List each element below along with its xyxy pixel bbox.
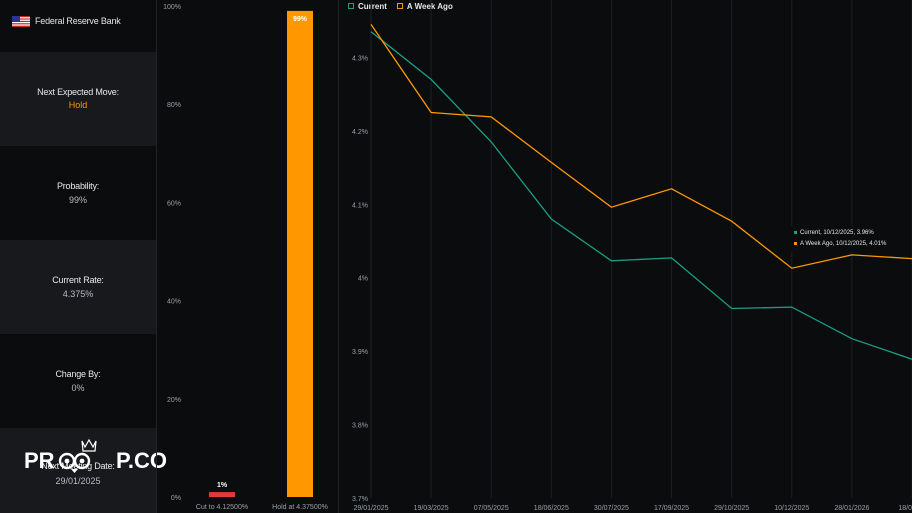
tooltip-text-week-ago: A Week Ago, 10/12/2025, 4.01% — [800, 240, 887, 247]
line-x-tick-label: 30/07/2025 — [594, 505, 629, 512]
current-rate-label: Current Rate: — [52, 275, 104, 285]
change-by-label: Change By: — [55, 369, 101, 379]
probability-bar-chart: 0% 20% 40% 60% 80% 100% 1% Cut to 4.12500% 99% Ho… — [163, 4, 328, 511]
line-y-tick-label: 3.8% — [352, 423, 368, 430]
current-rate-value: 4.375% — [62, 289, 94, 299]
change-by-value: 0% — [71, 383, 85, 393]
next-move-label: Next Expected Move: — [37, 87, 119, 97]
line-y-tick-label: 4.2% — [352, 129, 368, 136]
bar-data-label: 1% — [217, 482, 228, 489]
probability-label: Probability: — [56, 181, 100, 191]
bank-name: Federal Reserve Bank — [35, 16, 121, 26]
line-y-tick-label: 4.3% — [352, 55, 368, 62]
owl-icon — [58, 452, 91, 473]
change-by-block: Change By: 0% — [0, 334, 156, 428]
bar-y-tick-label: 40% — [167, 299, 181, 306]
line-x-tick-label: 10/12/2025 — [774, 505, 809, 512]
bar-y-tick-label: 0% — [171, 495, 181, 502]
tooltip-dot-current — [794, 231, 797, 234]
line-x-tick-label: 07/05/2025 — [474, 505, 509, 512]
tooltip-row-current: Current, 10/12/2025, 3.96% — [794, 228, 901, 237]
probability-bar — [287, 10, 313, 497]
watermark-text-left: PR — [24, 448, 55, 473]
bar-y-tick-label: 100% — [163, 4, 181, 11]
bar-y-tick-label: 20% — [167, 397, 181, 404]
probability-bar — [209, 492, 235, 497]
tooltip-dot-week-ago — [794, 242, 797, 245]
probability-block: Probability: 99% — [0, 146, 156, 240]
line-y-tick-label: 3.9% — [352, 349, 368, 356]
line-x-tick-label: 18/03/20 — [898, 505, 912, 512]
rate-expectation-line-chart: 3.7% 3.8% 3.9% 4% 4.1% 4.2% 4.3% 29/01/2025 19/0… — [352, 0, 912, 512]
line-x-tick-label: 29/01/2025 — [353, 505, 388, 512]
line-y-tick-label: 4.1% — [352, 202, 368, 209]
bar-category-label: Cut to 4.12500% — [196, 504, 248, 511]
line-x-tick-label: 29/10/2025 — [714, 505, 749, 512]
current-series-line — [370, 31, 912, 360]
crown-icon — [81, 438, 97, 452]
tooltip-text-current: Current, 10/12/2025, 3.96% — [800, 229, 874, 236]
line-x-tick-label: 17/09/2025 — [654, 505, 689, 512]
bar-category-label: Hold at 4.37500% — [272, 504, 328, 511]
bar-y-tick-label: 60% — [167, 200, 181, 207]
next-move-block: Next Expected Move: Hold — [0, 52, 156, 146]
line-x-tick-label: 28/01/2026 — [834, 505, 869, 512]
bar-data-label: 99% — [293, 16, 308, 23]
chart-tooltip: Current, 10/12/2025, 3.96% A Week Ago, 1… — [791, 226, 901, 252]
tooltip-row-week-ago: A Week Ago, 10/12/2025, 4.01% — [794, 239, 901, 248]
line-y-tick-label: 3.7% — [352, 496, 368, 503]
bar-y-tick-label: 80% — [167, 102, 181, 109]
bank-header: Federal Reserve Bank — [0, 0, 156, 44]
probability-value: 99% — [68, 195, 87, 205]
us-flag-icon — [12, 16, 30, 27]
line-y-tick-label: 4% — [358, 276, 368, 283]
current-rate-block: Current Rate: 4.375% — [0, 240, 156, 334]
line-x-tick-label: 19/03/2025 — [414, 505, 449, 512]
next-move-value: Hold — [68, 100, 88, 110]
line-x-tick-label: 18/06/2025 — [534, 505, 569, 512]
